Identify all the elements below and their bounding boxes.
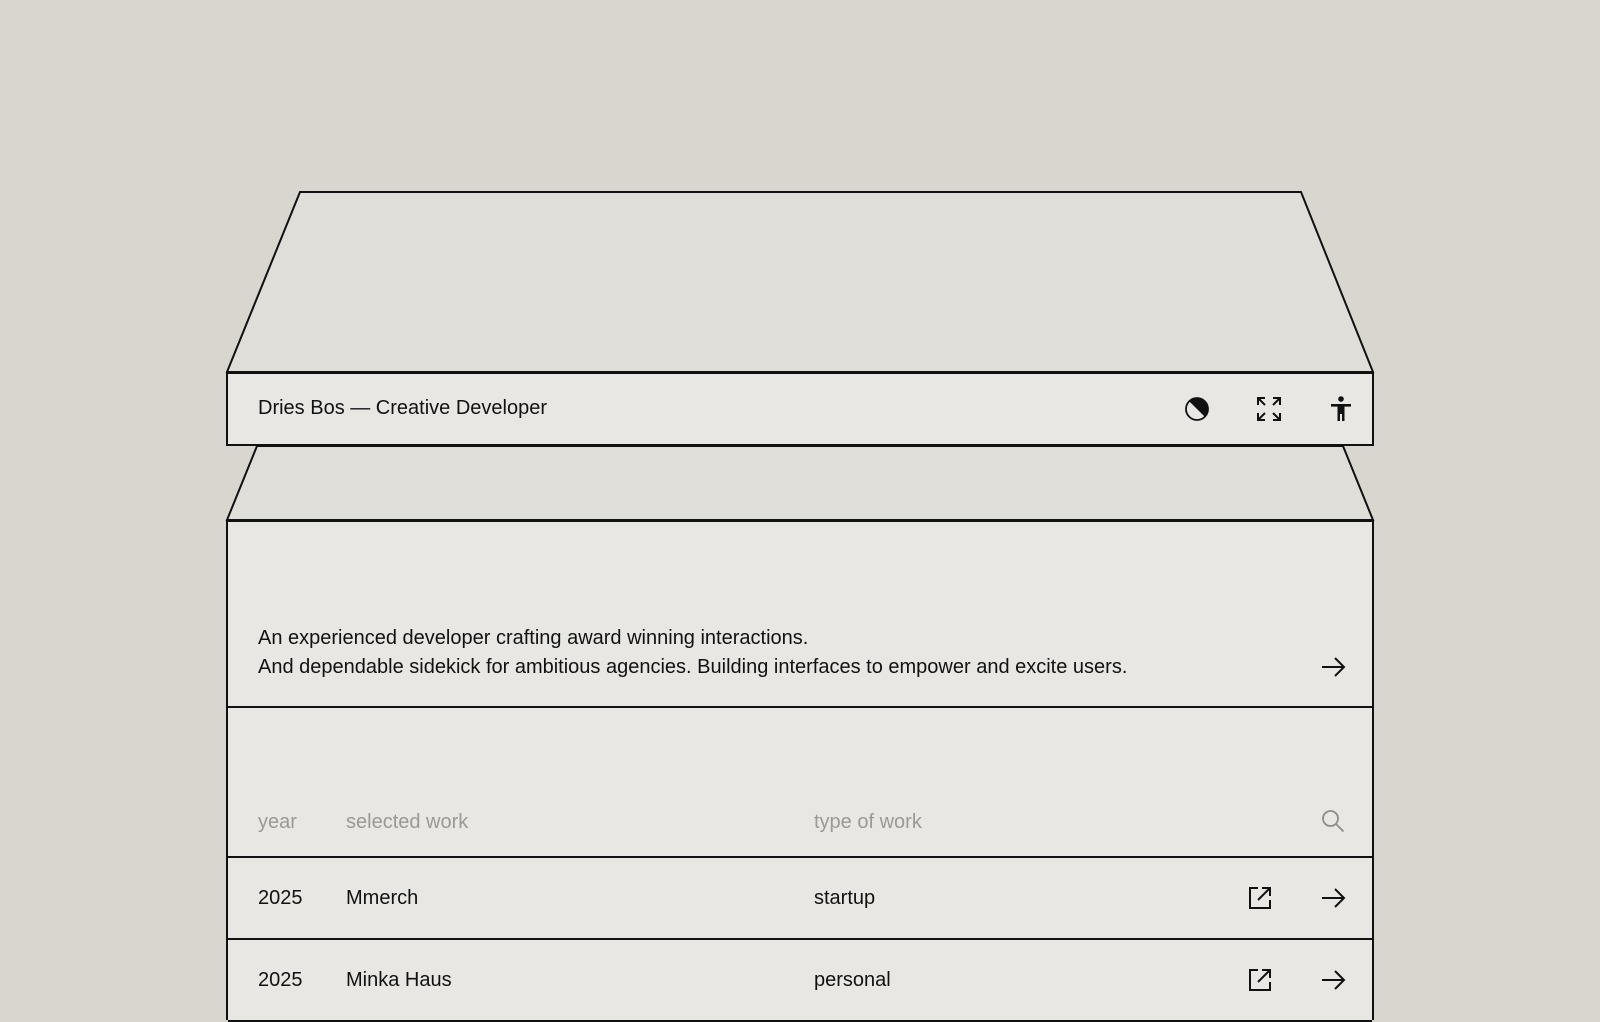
table-row[interactable]: 2025 Mmerch startup (228, 858, 1372, 940)
intro-line-2: And dependable sidekick for ambitious ag… (258, 656, 1128, 678)
external-link-icon[interactable] (1246, 884, 1274, 912)
title-bar: Dries Bos — Creative Developer (226, 372, 1374, 446)
arrow-right-icon[interactable] (1318, 965, 1348, 995)
row-work: Minka Haus (346, 969, 452, 991)
fullscreen-icon[interactable] (1252, 392, 1286, 426)
row-year: 2025 (258, 887, 303, 909)
site-title[interactable]: Dries Bos — Creative Developer (258, 396, 547, 420)
page-stage: Dries Bos — Creative Developer An experi… (0, 0, 1600, 1022)
row-type: startup (814, 887, 876, 909)
content-panel: An experienced developer crafting award … (226, 520, 1374, 1022)
accessibility-icon[interactable] (1324, 392, 1358, 426)
row-work: Mmerch (346, 887, 419, 909)
intro-text: An experienced developer crafting award … (258, 624, 1127, 682)
middle-trapezoid (225, 445, 1375, 521)
row-year: 2025 (258, 969, 303, 991)
search-icon[interactable] (1320, 808, 1346, 834)
external-link-icon[interactable] (1246, 966, 1274, 994)
arrow-right-icon[interactable] (1318, 652, 1348, 682)
intro-section: An experienced developer crafting award … (228, 522, 1372, 708)
arrow-right-icon[interactable] (1318, 883, 1348, 913)
column-header-year[interactable]: year (258, 810, 297, 834)
table-row[interactable]: 2025 Minka Haus personal (228, 940, 1372, 1022)
column-header-type-of-work[interactable]: type of work (814, 810, 922, 834)
row-type: personal (814, 969, 891, 991)
intro-line-1: An experienced developer crafting award … (258, 627, 809, 649)
contrast-icon[interactable] (1180, 392, 1214, 426)
top-trapezoid (225, 191, 1375, 373)
table-header: year selected work type of work (228, 706, 1372, 858)
column-header-selected-work[interactable]: selected work (346, 810, 468, 834)
